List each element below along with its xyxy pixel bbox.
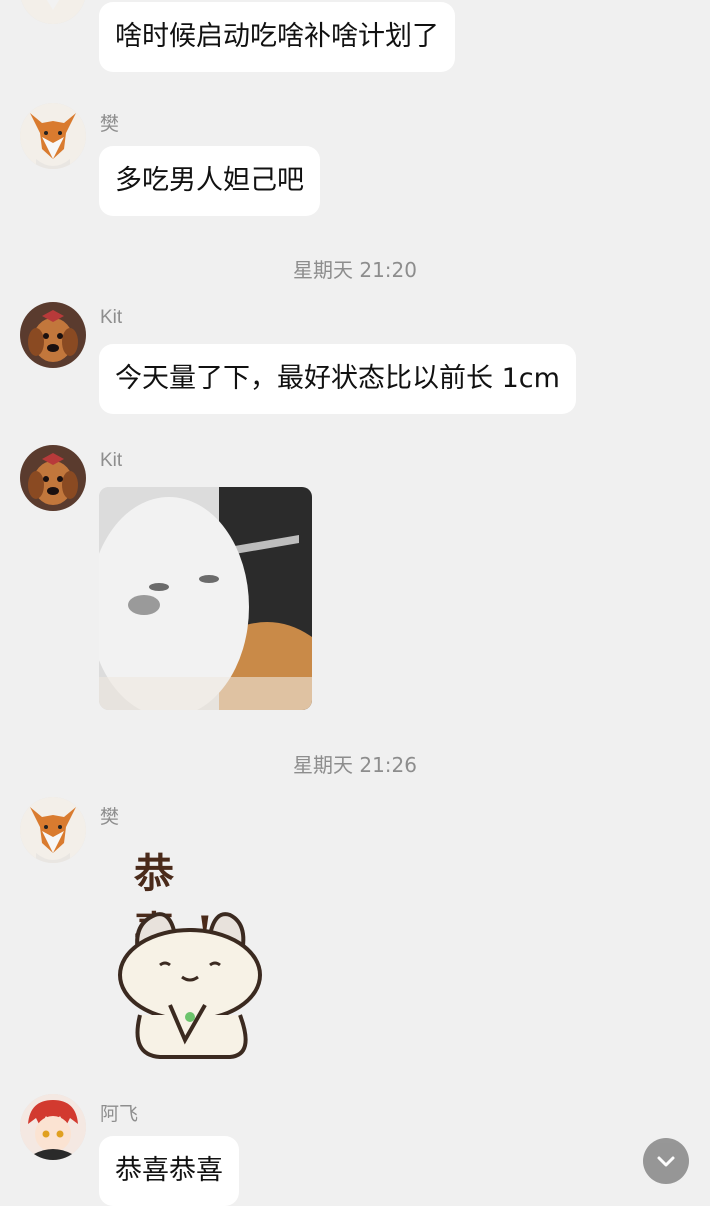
sender-name: Kit — [100, 450, 123, 471]
message-bubble[interactable]: 多吃男人妲己吧 — [99, 146, 320, 216]
message-bubble[interactable]: 恭喜恭喜 — [99, 1136, 239, 1206]
sender-name: 樊 — [100, 114, 120, 135]
hamster-sticker[interactable]: 恭 喜! — [100, 835, 320, 1065]
chevron-down-icon — [657, 1156, 675, 1167]
fox-avatar[interactable] — [20, 797, 86, 863]
message-bubble[interactable]: 今天量了下，最好状态比以前长 1cm — [99, 344, 576, 414]
sender-name: 樊 — [100, 807, 120, 828]
timestamp: 星期天 21:20 — [293, 258, 417, 282]
message-bubble[interactable]: 啥时候启动吃啥补啥计划了 — [99, 2, 455, 72]
fox-avatar[interactable] — [20, 0, 86, 24]
dog-avatar[interactable] — [20, 445, 86, 511]
fox-avatar[interactable] — [20, 103, 86, 169]
scroll-to-bottom-button[interactable] — [643, 1138, 689, 1184]
dog-avatar[interactable] — [20, 302, 86, 368]
timestamp: 星期天 21:26 — [293, 753, 417, 777]
sender-name: 阿飞 — [100, 1104, 139, 1125]
sender-name: Kit — [100, 307, 123, 328]
rabbit-photo[interactable] — [99, 487, 312, 710]
anime-avatar[interactable] — [20, 1094, 86, 1160]
